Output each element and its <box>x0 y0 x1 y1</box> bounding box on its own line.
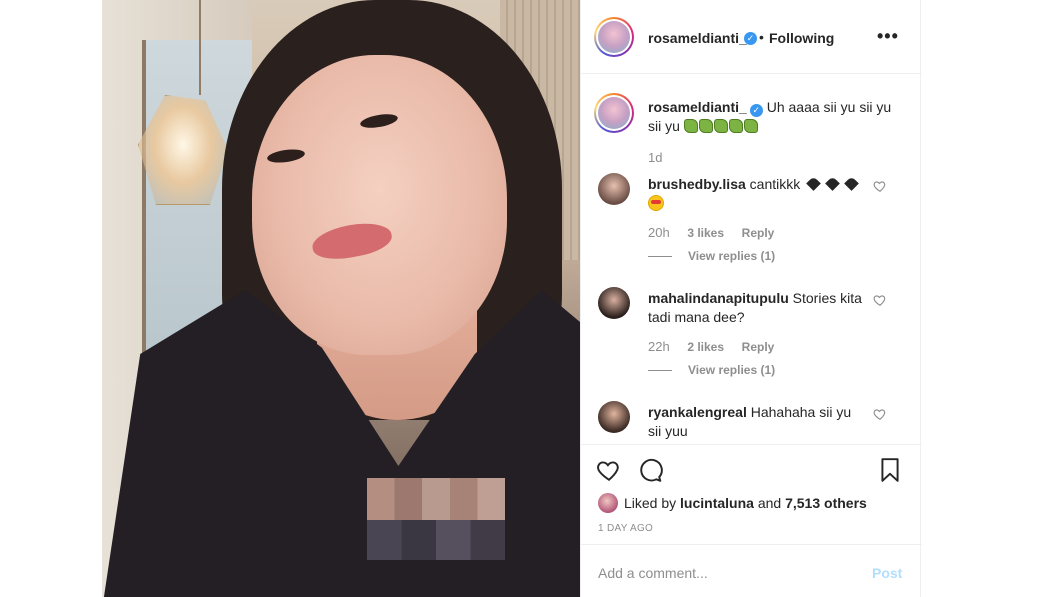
photo-lamp-cord <box>199 0 201 95</box>
comments-list[interactable]: rosameldianti_ ✓ Uh aaaa sii yu sii yu si… <box>581 74 922 444</box>
comment-time[interactable]: 22h <box>648 339 670 354</box>
comment-reply-button[interactable]: Reply <box>742 340 775 354</box>
comment-meta: 20h 3 likes Reply <box>648 225 788 240</box>
comment-time[interactable]: 20h <box>648 225 670 240</box>
comment-username[interactable]: mahalindanapitupulu <box>648 290 789 306</box>
view-replies-line <box>648 370 672 372</box>
liked-by-prefix: Liked by <box>624 495 677 511</box>
snake-emoji-icon <box>743 119 758 133</box>
post-photo[interactable] <box>102 0 580 597</box>
caption-avatar[interactable] <box>594 93 634 133</box>
post-side-panel: rosameldianti_ ✓ • Following ••• rosamel… <box>580 0 922 597</box>
like-comment-heart-icon[interactable] <box>873 179 887 193</box>
add-comment-input[interactable]: Add a comment... <box>598 565 708 581</box>
snake-emoji-icon <box>728 119 743 133</box>
caption-username[interactable]: rosameldianti_ <box>648 99 747 115</box>
post-actions: Liked by lucintaluna and 7,513 others 1 … <box>581 444 922 544</box>
caption-time[interactable]: 1d <box>648 150 662 165</box>
view-replies-button[interactable]: View replies (1) <box>648 249 775 263</box>
more-options-icon[interactable]: ••• <box>877 26 899 47</box>
comment-likes[interactable]: 3 likes <box>687 226 724 240</box>
comment-text: brushedby.lisa cantikkk <box>648 175 868 213</box>
comment-username[interactable]: ryankalengreal <box>648 404 747 420</box>
comment-reply-button[interactable]: Reply <box>742 226 775 240</box>
commenter-avatar[interactable] <box>598 173 630 205</box>
comment-username[interactable]: brushedby.lisa <box>648 176 746 192</box>
comment-bubble-icon[interactable] <box>637 457 663 483</box>
post-comment-button[interactable]: Post <box>872 565 902 581</box>
post-header: rosameldianti_ ✓ • Following ••• <box>581 0 922 74</box>
heart-eyes-emoji-icon <box>648 195 664 211</box>
add-comment-bar: Add a comment... Post <box>581 544 922 597</box>
photo-subject-face <box>252 55 507 355</box>
comment-text: mahalindanapitupulu Stories kita tadi ma… <box>648 289 868 327</box>
like-comment-heart-icon[interactable] <box>873 407 887 421</box>
bookmark-icon[interactable] <box>877 457 903 483</box>
photo-censor-mosaic <box>367 520 505 560</box>
liker-avatar[interactable] <box>598 493 618 513</box>
verified-badge-icon: ✓ <box>744 32 757 45</box>
like-heart-icon[interactable] <box>596 457 622 483</box>
liked-by: Liked by lucintaluna and 7,513 others <box>598 493 867 513</box>
separator-dot: • <box>759 29 764 45</box>
liked-by-others[interactable]: 7,513 others <box>785 495 867 511</box>
black-heart-icon <box>806 176 821 191</box>
comment-likes[interactable]: 2 likes <box>687 340 724 354</box>
author-username[interactable]: rosameldianti_ <box>648 30 747 46</box>
black-heart-icon <box>844 176 859 191</box>
like-comment-heart-icon[interactable] <box>873 293 887 307</box>
liked-by-and: and <box>757 495 782 511</box>
commenter-avatar[interactable] <box>598 287 630 319</box>
following-button[interactable]: Following <box>769 30 834 46</box>
verified-badge-icon: ✓ <box>749 104 763 117</box>
comment-text: ryankalengreal Hahahaha sii yu sii yuu <box>648 403 868 441</box>
view-replies-button[interactable]: View replies (1) <box>648 363 775 377</box>
snake-emoji-icon <box>683 119 698 133</box>
commenter-avatar[interactable] <box>598 401 630 433</box>
snake-emoji-group <box>683 118 759 134</box>
snake-emoji-icon <box>698 119 713 133</box>
view-replies-line <box>648 256 672 258</box>
view-replies-label: View replies (1) <box>688 249 776 263</box>
author-avatar[interactable] <box>594 17 634 57</box>
liked-by-user[interactable]: lucintaluna <box>680 495 754 511</box>
view-replies-label: View replies (1) <box>688 363 776 377</box>
black-heart-icon <box>825 176 840 191</box>
snake-emoji-icon <box>713 119 728 133</box>
post-time[interactable]: 1 DAY AGO <box>598 523 653 534</box>
comment-body: cantikkk <box>749 176 801 192</box>
caption-text: rosameldianti_ ✓ Uh aaaa sii yu sii yu si… <box>648 98 898 136</box>
comment-meta: 22h 2 likes Reply <box>648 339 788 354</box>
